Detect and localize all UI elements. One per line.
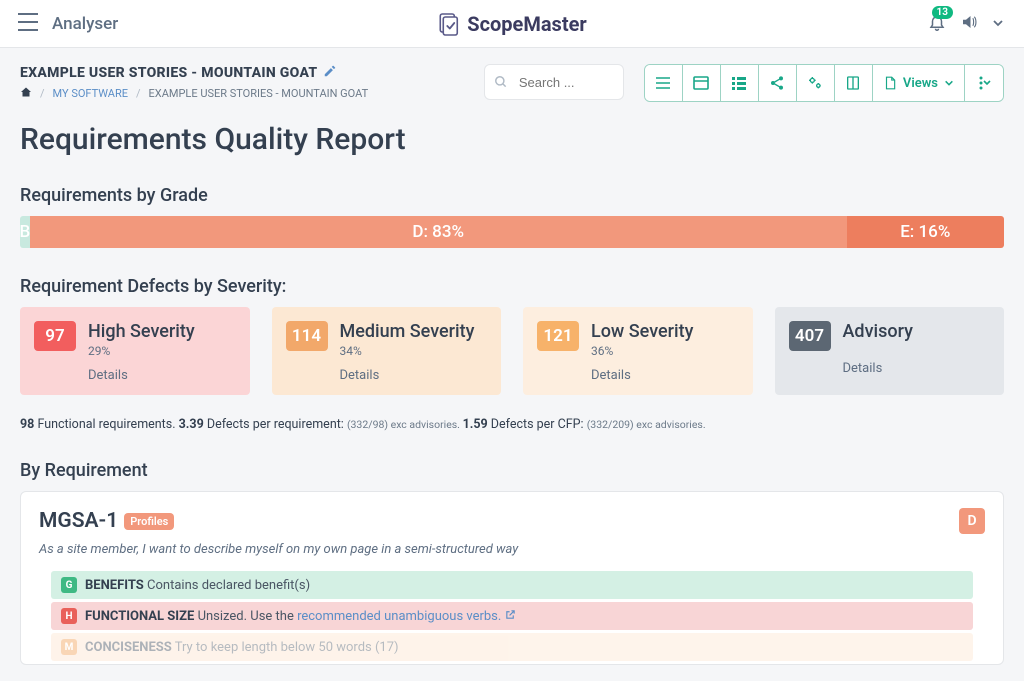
severity-pct: 36% <box>591 344 693 358</box>
page-label: EXAMPLE USER STORIES - MOUNTAIN GOAT <box>20 64 484 82</box>
severity-grid: 97 High Severity 29% Details 114 Medium … <box>20 307 1004 395</box>
volume-icon <box>960 13 978 31</box>
logo-icon <box>437 12 461 36</box>
search-icon <box>494 74 508 93</box>
severity-details-link[interactable]: Details <box>340 368 488 383</box>
grade-bar: B D: 83% E: 16% <box>20 216 1004 248</box>
requirement-id: MGSA-1 Profiles <box>39 509 174 533</box>
book-icon <box>845 75 861 91</box>
page-title: Requirements Quality Report <box>20 122 1004 157</box>
chevron-down-icon[interactable] <box>992 14 1004 33</box>
severity-card-low: 121 Low Severity 36% Details <box>523 307 753 395</box>
finding-badge: G <box>61 577 77 593</box>
section-severity-title: Requirement Defects by Severity: <box>20 276 1004 297</box>
requirement-desc: As a site member, I want to describe mys… <box>39 542 985 557</box>
breadcrumb-home[interactable] <box>20 86 32 101</box>
share-icon <box>769 75 785 91</box>
grade-seg-d[interactable]: D: 83% <box>30 216 847 248</box>
summary-line: 98 Functional requirements. 3.39 Defects… <box>20 417 1004 432</box>
menu-icon[interactable] <box>18 13 38 35</box>
view-toolbar: Views <box>644 64 1004 102</box>
breadcrumb-sep: / <box>136 87 141 100</box>
finding-row: H FUNCTIONAL SIZE Unsized. Use the recom… <box>51 602 973 630</box>
finding-row: G BENEFITS Contains declared benefit(s) <box>51 571 973 599</box>
view-detail-button[interactable] <box>721 65 759 101</box>
notif-badge: 13 <box>932 6 953 19</box>
edit-title-button[interactable] <box>323 64 337 82</box>
views-dropdown[interactable]: Views <box>873 65 965 101</box>
severity-name: Low Severity <box>591 321 693 342</box>
header-row: EXAMPLE USER STORIES - MOUNTAIN GOAT / M… <box>20 64 1004 102</box>
severity-name: Medium Severity <box>340 321 475 342</box>
volume-button[interactable] <box>960 13 978 35</box>
severity-details-link[interactable]: Details <box>88 368 236 383</box>
finding-badge: H <box>61 608 77 624</box>
share-button[interactable] <box>759 65 797 101</box>
content: EXAMPLE USER STORIES - MOUNTAIN GOAT / M… <box>0 48 1024 681</box>
book-button[interactable] <box>835 65 873 101</box>
search-box <box>484 64 624 100</box>
gears-icon <box>806 75 824 91</box>
finding-row: M CONCISENESS Try to keep length below 5… <box>51 633 973 661</box>
severity-count: 97 <box>34 321 76 351</box>
brand-text: ScopeMaster <box>467 12 586 36</box>
card-icon <box>693 76 709 90</box>
brand-logo[interactable]: ScopeMaster <box>437 12 586 36</box>
requirement-tag[interactable]: Profiles <box>124 513 174 530</box>
requirement-grade-badge: D <box>959 508 985 534</box>
severity-details-link[interactable]: Details <box>591 368 739 383</box>
severity-card-medium: 114 Medium Severity 34% Details <box>272 307 502 395</box>
section-grades-title: Requirements by Grade <box>20 185 1004 206</box>
more-button[interactable] <box>965 65 1003 101</box>
topbar: Analyser ScopeMaster 13 <box>0 0 1024 48</box>
severity-name: Advisory <box>843 321 913 342</box>
breadcrumb-current: EXAMPLE USER STORIES - MOUNTAIN GOAT <box>149 87 369 100</box>
severity-card-high: 97 High Severity 29% Details <box>20 307 250 395</box>
views-label: Views <box>903 76 938 91</box>
finding-link[interactable]: recommended unambiguous verbs. <box>297 609 501 624</box>
section-byreq-title: By Requirement <box>20 460 1004 481</box>
pencil-icon <box>323 64 337 78</box>
chevron-down-icon <box>944 78 954 88</box>
severity-count: 114 <box>286 321 328 351</box>
list-icon <box>655 76 671 90</box>
severity-count: 407 <box>789 321 831 351</box>
view-card-button[interactable] <box>683 65 721 101</box>
breadcrumb-link[interactable]: MY SOFTWARE <box>53 87 128 100</box>
home-icon <box>20 86 32 98</box>
breadcrumb: / MY SOFTWARE / EXAMPLE USER STORIES - M… <box>20 86 484 101</box>
severity-card-advisory: 407 Advisory Details <box>775 307 1005 395</box>
severity-pct: 29% <box>88 344 195 358</box>
topbar-right: 13 <box>928 13 1004 35</box>
requirement-header: MGSA-1 Profiles D <box>39 508 985 534</box>
severity-details-link[interactable]: Details <box>843 361 991 376</box>
requirement-card: MGSA-1 Profiles D As a site member, I wa… <box>20 491 1004 665</box>
notifications-button[interactable]: 13 <box>928 13 946 35</box>
severity-count: 121 <box>537 321 579 351</box>
severity-name: High Severity <box>88 321 195 342</box>
grade-seg-e[interactable]: E: 16% <box>847 216 1004 248</box>
document-icon <box>883 75 897 91</box>
app-title: Analyser <box>52 14 118 34</box>
breadcrumb-sep: / <box>40 87 45 100</box>
grade-seg-b[interactable]: B <box>20 216 30 248</box>
finding-badge: M <box>61 639 77 655</box>
settings-button[interactable] <box>797 65 835 101</box>
external-link-icon[interactable] <box>505 609 516 624</box>
view-list-button[interactable] <box>645 65 683 101</box>
list-detail-icon <box>731 76 747 90</box>
more-icon <box>977 75 991 91</box>
severity-pct: 34% <box>340 344 475 358</box>
